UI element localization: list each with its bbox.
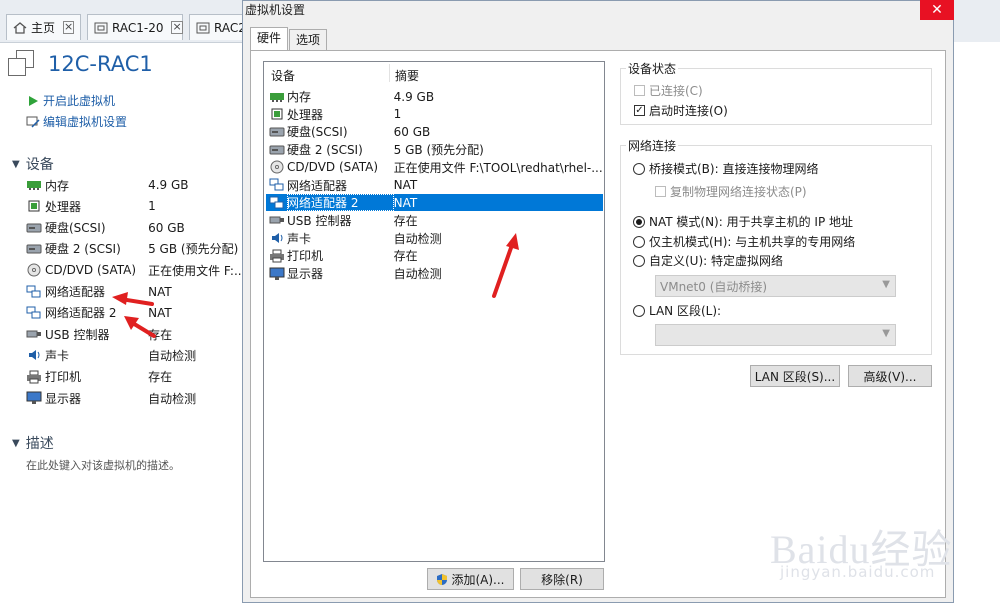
- arrowhead-3: [506, 233, 519, 250]
- annotation-arrows: [112, 233, 519, 338]
- arrow-annotation-3: [492, 243, 514, 298]
- arrowhead-1: [112, 292, 128, 305]
- arrowhead-2: [124, 316, 139, 330]
